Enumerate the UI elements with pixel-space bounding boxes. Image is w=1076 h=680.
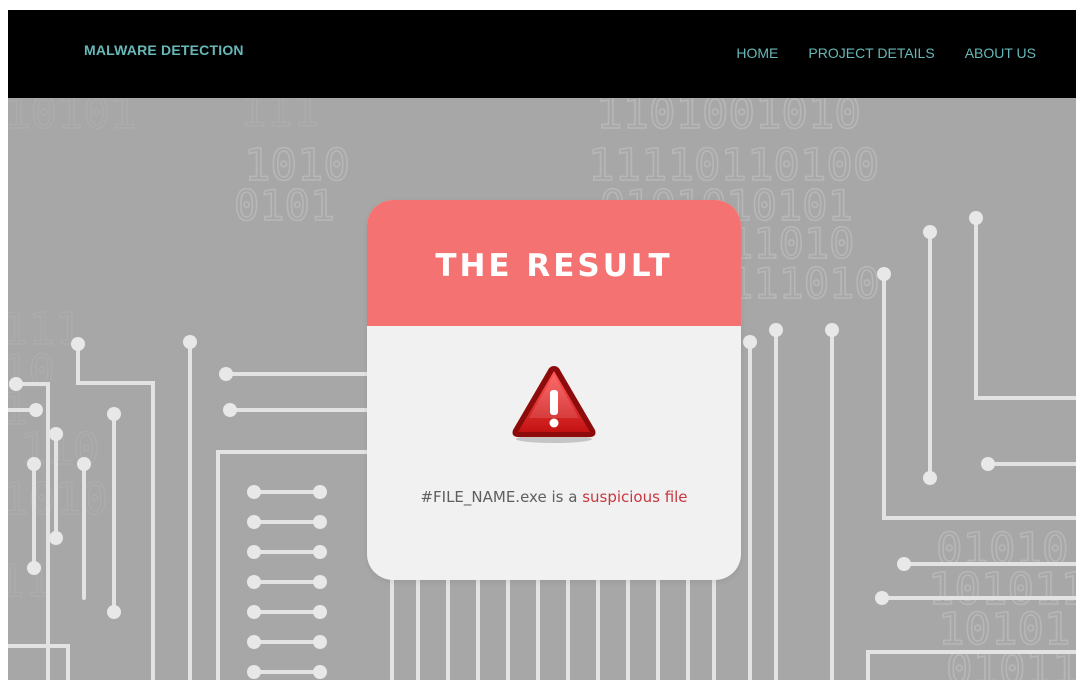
result-card: THE RESULT #FILE_NAME.exe is a suspiciou… xyxy=(367,200,741,580)
warning-triangle-icon xyxy=(512,366,596,443)
bg-digits-1: 10101 xyxy=(8,98,136,139)
navbar: MALWARE DETECTION HOME PROJECT DETAILS A… xyxy=(8,10,1076,98)
bg-digits-9: 111010 xyxy=(728,259,880,308)
result-card-header: THE RESULT xyxy=(367,200,741,326)
nav-links: HOME PROJECT DETAILS ABOUT US xyxy=(736,45,1036,61)
bg-digits-5: 1101001010 xyxy=(596,98,861,139)
result-verdict: suspicious file xyxy=(582,488,688,506)
bg-digits-4: 0101 xyxy=(234,181,335,230)
result-title: THE RESULT xyxy=(435,248,673,284)
nav-link-project-details[interactable]: PROJECT DETAILS xyxy=(808,45,934,61)
result-card-body: #FILE_NAME.exe is a suspicious file xyxy=(367,326,741,580)
bg-digits-19: 01011 xyxy=(946,644,1076,680)
result-message: #FILE_NAME.exe is a suspicious file xyxy=(367,488,741,506)
bg-digits-2: 111 xyxy=(240,98,319,137)
brand-logo-text[interactable]: MALWARE DETECTION xyxy=(84,42,244,58)
result-message-prefix: #FILE_NAME.exe is a xyxy=(420,488,578,506)
page-frame: MALWARE DETECTION HOME PROJECT DETAILS A… xyxy=(8,10,1076,680)
nav-link-about-us[interactable]: ABOUT US xyxy=(965,45,1036,61)
nav-link-home[interactable]: HOME xyxy=(736,45,778,61)
